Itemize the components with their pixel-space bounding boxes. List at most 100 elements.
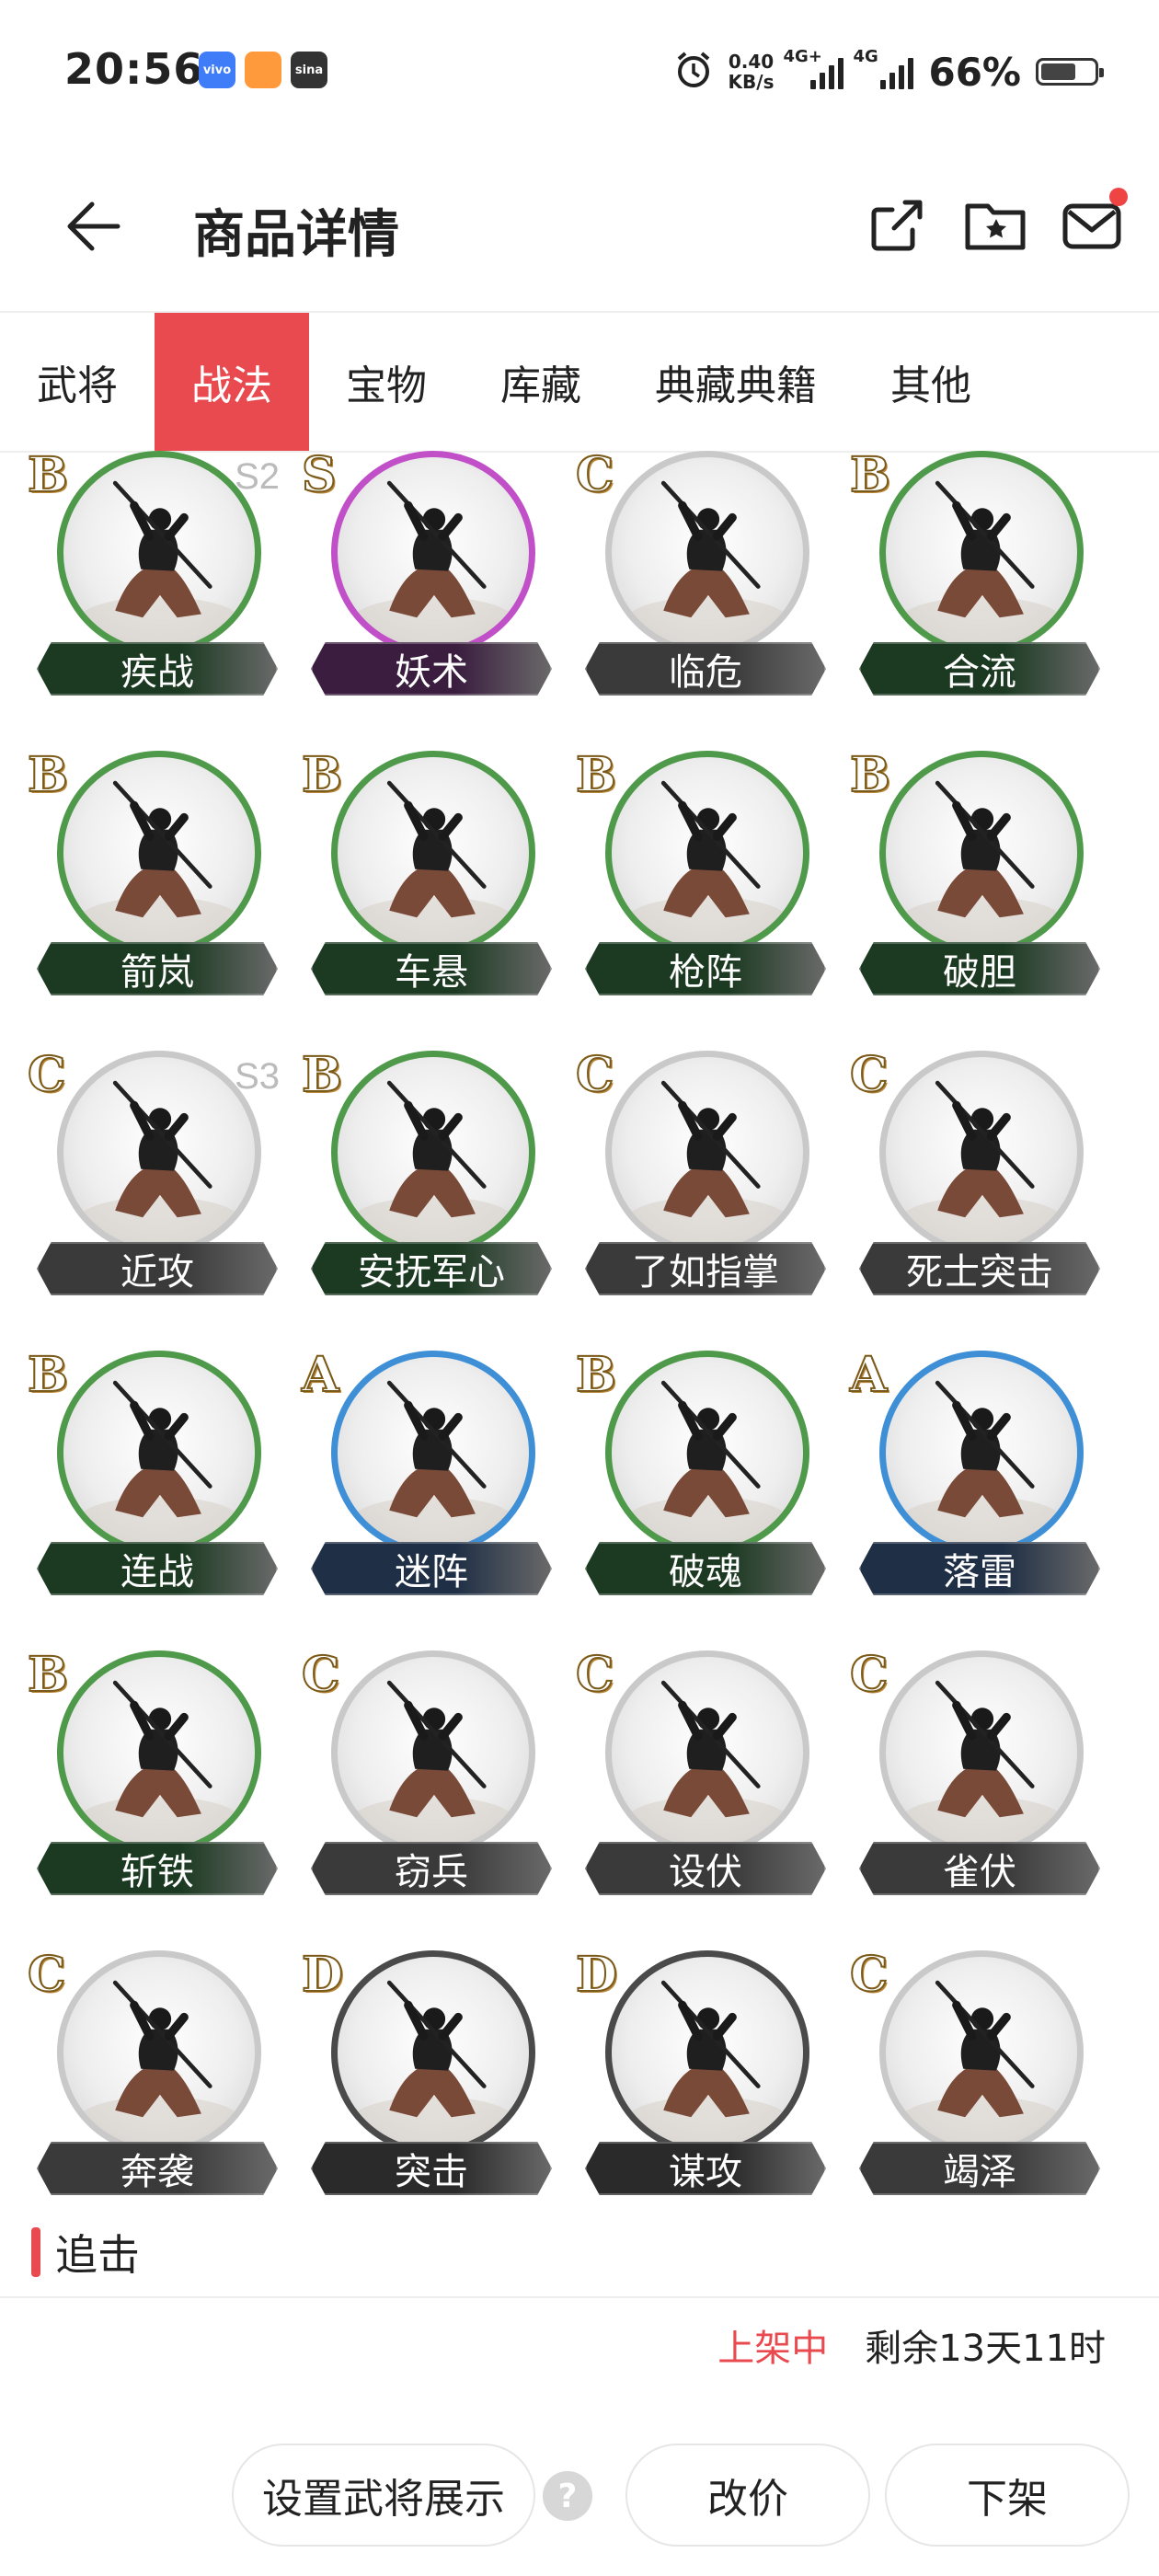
- tab-2[interactable]: 宝物: [309, 313, 464, 451]
- skill-rank-badge: B: [27, 1646, 69, 1704]
- skill-rank-badge: C: [849, 1046, 889, 1104]
- tab-1[interactable]: 战法: [155, 313, 309, 451]
- skill-card[interactable]: D 谋攻: [575, 1946, 826, 2204]
- skill-card[interactable]: B 箭岚: [27, 746, 278, 1005]
- skill-rank-badge: B: [27, 446, 69, 504]
- skill-portrait: [57, 1051, 261, 1255]
- skill-card[interactable]: C S3 近攻: [27, 1046, 280, 1305]
- skill-card[interactable]: B 安抚军心: [301, 1046, 552, 1305]
- skill-card[interactable]: A 迷阵: [301, 1346, 552, 1604]
- skill-card[interactable]: B 连战: [27, 1346, 278, 1604]
- skill-name: 设伏: [585, 1842, 826, 1895]
- help-icon[interactable]: ?: [543, 2471, 592, 2521]
- skill-rank-badge: C: [849, 1946, 889, 2004]
- skill-card[interactable]: C 设伏: [575, 1646, 826, 1904]
- change-price-button[interactable]: 改价: [625, 2444, 870, 2547]
- sim2-label: 4G: [853, 47, 878, 66]
- skill-name: 破魂: [585, 1542, 826, 1595]
- skill-season-tag: S3: [235, 1056, 280, 1097]
- skill-rank-badge: B: [575, 746, 617, 804]
- skill-portrait: [605, 1950, 809, 2155]
- skill-card[interactable]: B 车悬: [301, 746, 552, 1005]
- battery-icon: [1036, 58, 1104, 86]
- skill-card[interactable]: B S2 疾战: [27, 446, 280, 705]
- alarm-clock-icon: [673, 50, 714, 94]
- share-icon: [871, 200, 923, 251]
- skill-rank-badge: A: [301, 1346, 339, 1404]
- status-bar: 20:56 vivo sina 0.40 KB/s 4G+ 4G 66%: [0, 0, 1159, 147]
- skill-card[interactable]: S 妖术: [301, 446, 552, 705]
- skill-card[interactable]: B 破魂: [575, 1346, 826, 1604]
- page-header: 商品详情: [0, 166, 1159, 304]
- notification-app-icons: vivo sina: [199, 52, 327, 88]
- skill-rank-badge: C: [575, 446, 614, 504]
- skill-grid: B S2 疾战 S 妖术 C 临危 B 合流 B 箭岚 B 车悬 B 枪阵 B 破胆 C S3 近攻 B 安抚军心 C 了如指…: [27, 446, 1131, 2204]
- skill-card[interactable]: B 斩铁: [27, 1646, 278, 1904]
- skill-portrait: [57, 1351, 261, 1555]
- skill-portrait: [57, 451, 261, 655]
- skill-rank-badge: B: [27, 1346, 69, 1404]
- skill-rank-badge: B: [27, 746, 69, 804]
- skill-name: 了如指掌: [585, 1242, 826, 1295]
- skill-rank-badge: C: [27, 1946, 66, 2004]
- skill-portrait: [57, 1950, 261, 2155]
- share-button[interactable]: [865, 193, 929, 258]
- notification-dot: [1109, 188, 1128, 206]
- mail-button[interactable]: [1060, 188, 1128, 258]
- divider: [0, 2296, 1159, 2298]
- skill-rank-badge: C: [849, 1646, 889, 1704]
- skill-rank-badge: C: [27, 1046, 66, 1104]
- skill-name: 妖术: [311, 642, 552, 696]
- set-general-display-button[interactable]: 设置武将展示: [232, 2444, 535, 2547]
- skill-portrait: [331, 1950, 535, 2155]
- skill-card[interactable]: C 死士突击: [849, 1046, 1100, 1305]
- skill-card[interactable]: A 落雷: [849, 1346, 1100, 1604]
- favorite-folder-icon: [965, 203, 1026, 250]
- skill-name: 谋攻: [585, 2142, 826, 2195]
- status-time: 20:56: [64, 44, 204, 94]
- skill-name: 死士突击: [859, 1242, 1100, 1295]
- signal-icon-sim2: 4G: [853, 47, 914, 89]
- skill-name: 窃兵: [311, 1842, 552, 1895]
- skill-rank-badge: C: [575, 1646, 614, 1704]
- skill-card[interactable]: C 雀伏: [849, 1646, 1100, 1904]
- skill-card[interactable]: C 窃兵: [301, 1646, 552, 1904]
- back-button[interactable]: [55, 190, 129, 263]
- skill-card[interactable]: D 突击: [301, 1946, 552, 2204]
- skill-rank-badge: B: [575, 1346, 617, 1404]
- skill-portrait: [879, 1351, 1084, 1555]
- skill-rank-badge: B: [849, 746, 891, 804]
- remaining-time: 剩余13天11时: [865, 2328, 1106, 2370]
- skill-card[interactable]: C 奔袭: [27, 1946, 278, 2204]
- skill-name: 合流: [859, 642, 1100, 696]
- skill-name: 连战: [37, 1542, 278, 1595]
- tab-3[interactable]: 库藏: [464, 313, 618, 451]
- section-title-text: 追击: [55, 2230, 140, 2280]
- skill-name: 落雷: [859, 1542, 1100, 1595]
- game-app-icon: [245, 52, 281, 88]
- skill-season-tag: S2: [235, 456, 280, 497]
- tab-4[interactable]: 典藏典籍: [618, 313, 854, 451]
- skill-card[interactable]: B 合流: [849, 446, 1100, 705]
- tab-0[interactable]: 武将: [0, 313, 155, 451]
- skill-portrait: [879, 1650, 1084, 1855]
- skill-name: 车悬: [311, 942, 552, 995]
- skill-card[interactable]: C 了如指掌: [575, 1046, 826, 1305]
- skill-card[interactable]: C 竭泽: [849, 1946, 1100, 2204]
- skill-card[interactable]: B 破胆: [849, 746, 1100, 1005]
- skill-portrait: [605, 1051, 809, 1255]
- skill-card[interactable]: C 临危: [575, 446, 826, 705]
- tab-5[interactable]: 其他: [854, 313, 1008, 451]
- skill-name: 破胆: [859, 942, 1100, 995]
- skill-rank-badge: D: [301, 1946, 344, 2004]
- skill-rank-badge: C: [301, 1646, 340, 1704]
- skill-portrait: [879, 751, 1084, 955]
- battery-percent: 66%: [928, 49, 1021, 95]
- skill-card[interactable]: B 枪阵: [575, 746, 826, 1005]
- net-speed-value: 0.40: [728, 51, 775, 73]
- skill-rank-badge: D: [575, 1946, 618, 2004]
- delist-button[interactable]: 下架: [885, 2444, 1130, 2547]
- skill-rank-badge: B: [301, 1046, 343, 1104]
- skill-portrait: [331, 1650, 535, 1855]
- favorite-button[interactable]: [962, 193, 1027, 258]
